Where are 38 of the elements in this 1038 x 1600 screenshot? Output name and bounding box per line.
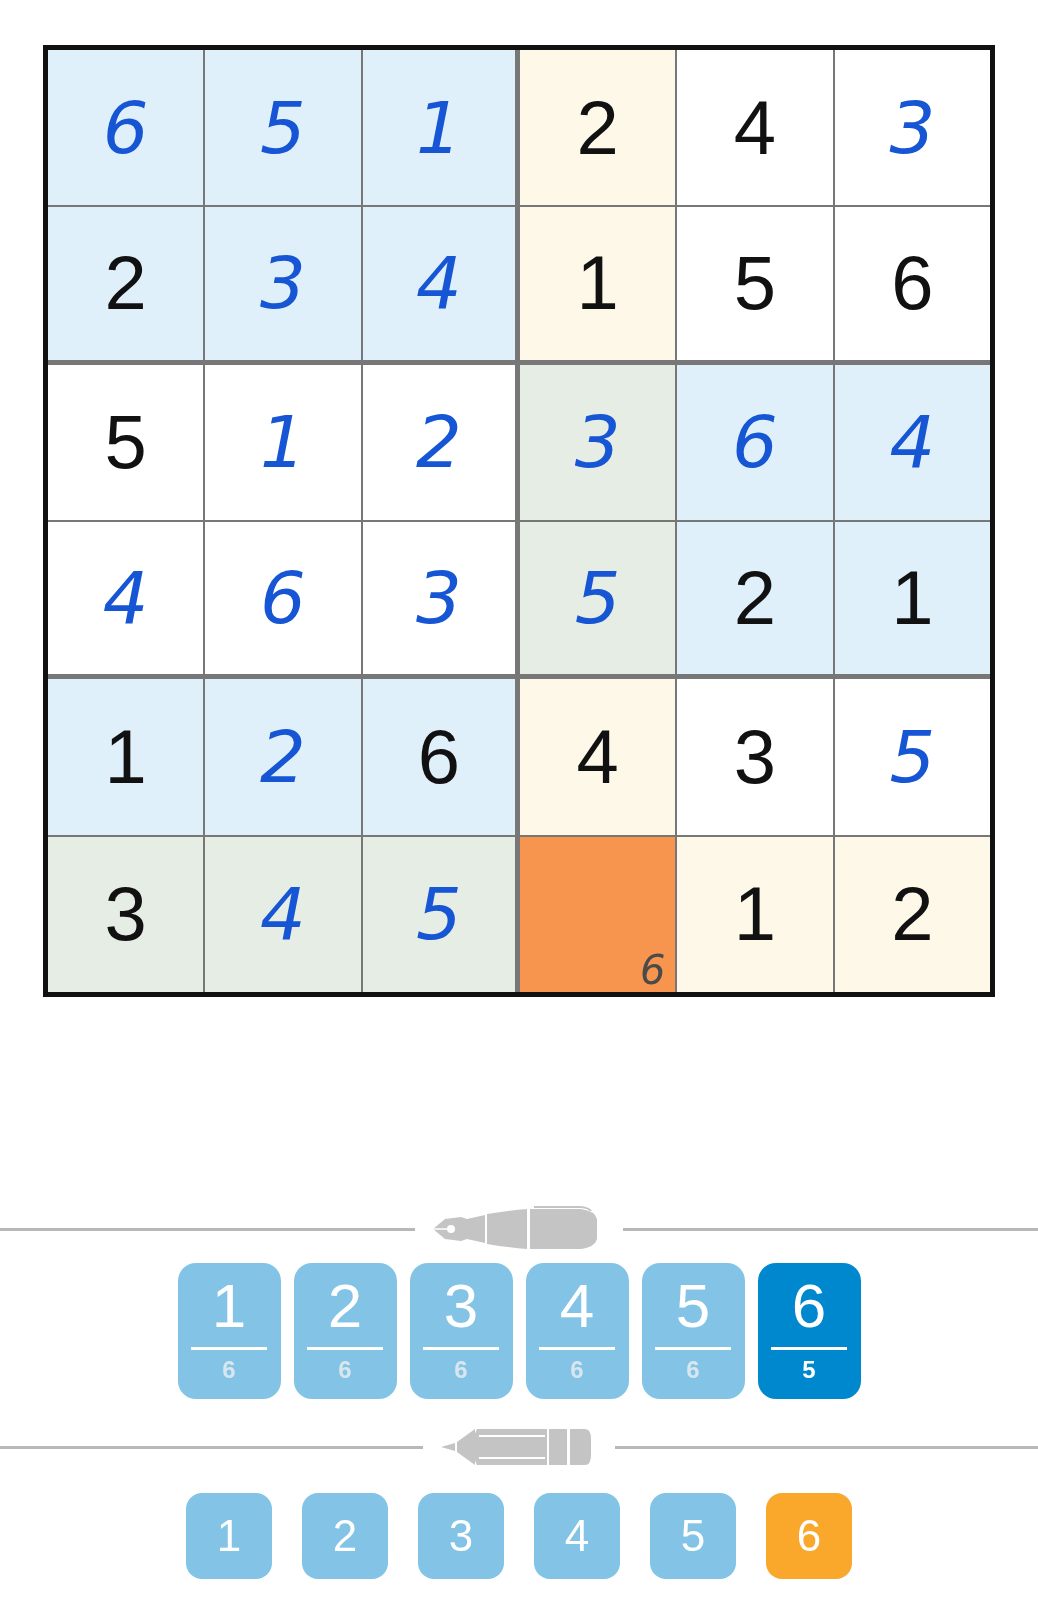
- grid-cell[interactable]: 4: [48, 522, 204, 675]
- grid-cell[interactable]: 3: [520, 364, 676, 520]
- grid-cell[interactable]: 4: [677, 50, 833, 206]
- grid-cell[interactable]: 2: [520, 50, 676, 206]
- grid-cell[interactable]: 1: [48, 679, 204, 835]
- grid-cell[interactable]: 3: [205, 207, 361, 360]
- grid-cell[interactable]: 5: [48, 364, 204, 520]
- grid-cell[interactable]: 3: [48, 836, 204, 992]
- grid-cell[interactable]: 5: [677, 207, 833, 360]
- grid-cell[interactable]: 1: [677, 836, 833, 992]
- grid-cell[interactable]: 2: [834, 836, 990, 992]
- grid-cell[interactable]: 5: [834, 679, 990, 835]
- grid-cell[interactable]: 4: [834, 364, 990, 520]
- grid-cell[interactable]: 4: [362, 207, 515, 360]
- grid-cell[interactable]: 6: [834, 207, 990, 360]
- grid-cell[interactable]: 3: [362, 522, 515, 675]
- grid-cell[interactable]: 1: [362, 50, 515, 206]
- grid-cell[interactable]: 4: [205, 836, 361, 992]
- grid-cell[interactable]: 2: [205, 679, 361, 835]
- pencil-mark: 6: [639, 950, 666, 990]
- grid-cell[interactable]: 5: [520, 522, 676, 675]
- grid-cell[interactable]: 2: [362, 364, 515, 520]
- grid-cell[interactable]: 1: [834, 522, 990, 675]
- selected-cell[interactable]: 6: [520, 836, 676, 992]
- grid-cell[interactable]: 4: [520, 679, 676, 835]
- grid-cell[interactable]: 1: [205, 364, 361, 520]
- digit-button[interactable]: 6 5: [757, 1263, 861, 1399]
- grid-cell[interactable]: 1: [520, 207, 676, 360]
- grid-cell[interactable]: 6: [362, 679, 515, 835]
- grid-cell[interactable]: 6: [205, 522, 361, 675]
- grid-cell[interactable]: 6: [677, 364, 833, 520]
- grid-cell[interactable]: 5: [362, 836, 515, 992]
- grid-cell[interactable]: 3: [834, 50, 990, 206]
- grid-cell[interactable]: 6: [48, 50, 204, 206]
- grid-cell[interactable]: 2: [677, 522, 833, 675]
- grid-cell[interactable]: 2: [48, 207, 204, 360]
- grid-cell[interactable]: 5: [205, 50, 361, 206]
- grid-cell[interactable]: 3: [677, 679, 833, 835]
